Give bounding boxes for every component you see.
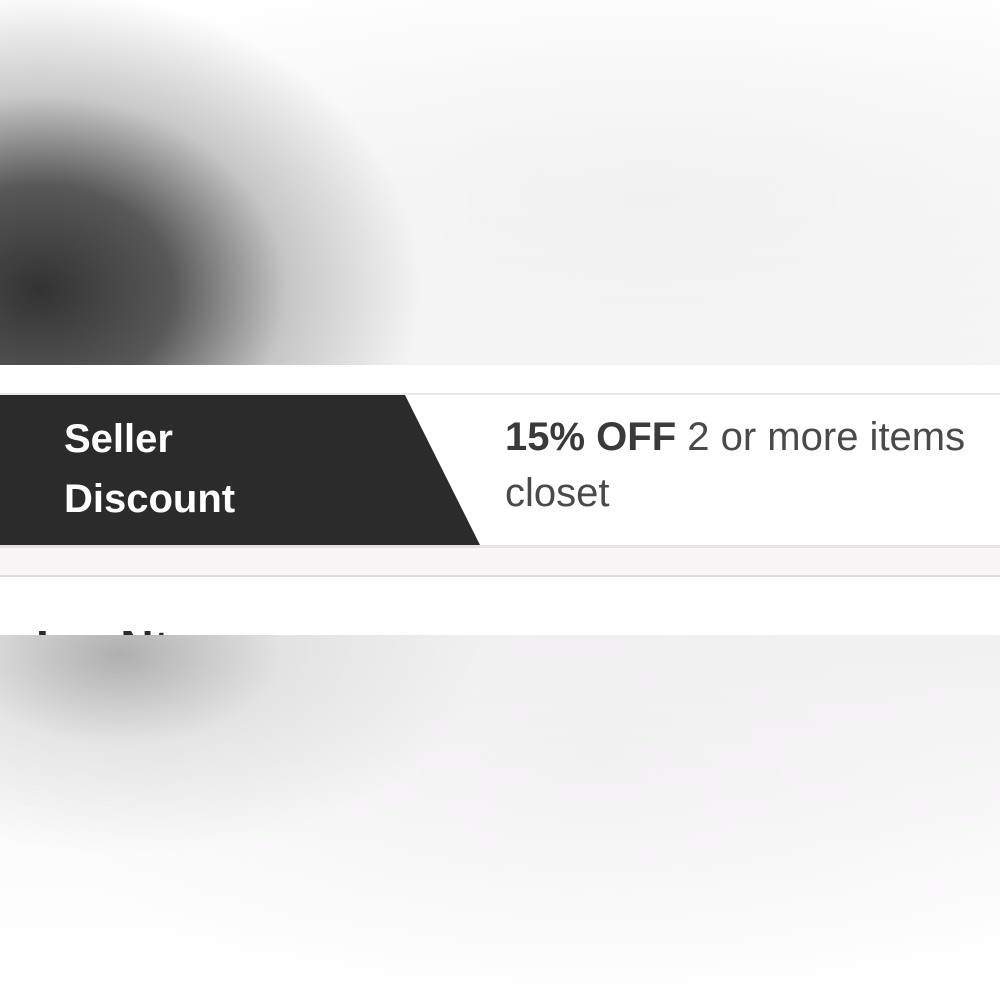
tag-line-seller: Seller — [64, 417, 173, 461]
discount-condition-continued: closet — [505, 471, 610, 515]
blurred-product-image — [0, 0, 1000, 365]
discount-amount: 15% OFF — [505, 415, 677, 459]
listing-page: Seller Discount 15% OFF 2 or more items … — [0, 0, 1000, 1000]
blurred-lower-content — [0, 635, 1000, 1000]
section-gap — [0, 548, 1000, 577]
notes-section: Lar Nt — [0, 577, 1000, 637]
seller-discount-banner[interactable]: Seller Discount 15% OFF 2 or more items … — [0, 395, 1000, 545]
discount-condition: 2 or more items — [676, 415, 966, 459]
seller-discount-label: Seller Discount — [64, 409, 364, 529]
tag-line-discount: Discount — [64, 477, 236, 521]
section-divider-top — [0, 365, 1000, 395]
notes-heading: Lar Nt — [36, 617, 169, 637]
discount-description: 15% OFF 2 or more items closet — [505, 409, 1000, 521]
